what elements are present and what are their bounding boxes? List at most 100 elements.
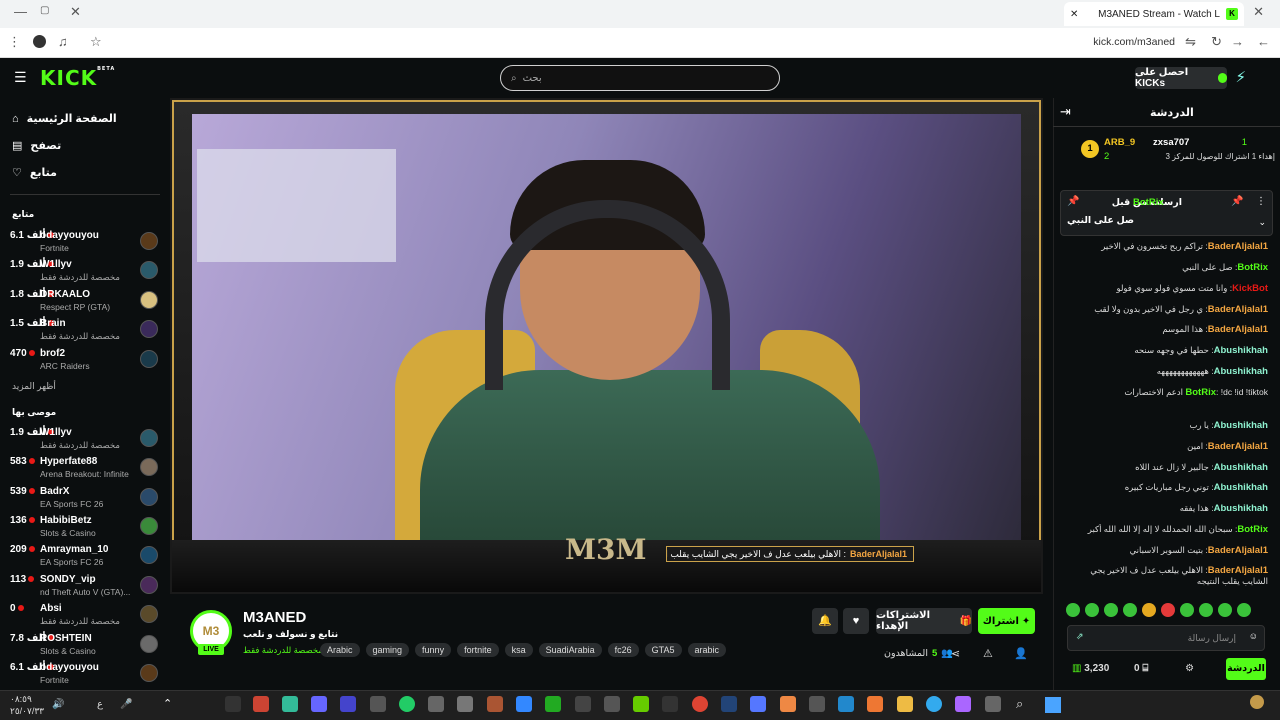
lightning-icon[interactable]: ⚡ [1235,68,1246,86]
app-icon[interactable] [370,696,386,712]
app-icon[interactable] [516,696,532,712]
notification-bell-button[interactable]: 🔔 [812,608,838,634]
menu-icon[interactable]: ☰ [14,69,27,86]
url-text[interactable]: kick.com/m3aned [1093,36,1175,48]
browser-tab[interactable]: ✕ M3ANED Stream - Watch L K [1064,2,1244,26]
channel-item[interactable]: 1.8 ألف DRKAALO Respect RP (GTA) [10,287,160,315]
nav-browse[interactable]: ▤ تصفح [12,139,61,152]
app-icon[interactable] [253,696,269,712]
chat-message[interactable]: Abushikhah: توني رجل مباريات كبيره [1063,482,1268,493]
chat-message[interactable]: BaderAljalal1: الاهلي بيلعب عدل ف الاخير… [1063,565,1268,591]
steam-icon[interactable] [721,696,737,712]
kick-logo[interactable]: KICKBETA [40,66,115,90]
pinned-message[interactable]: 📌 📌 ⋮ ⌄ ارسلت من قبل BotRix صل على النبي [1060,190,1273,236]
forward-icon[interactable]: → [1231,34,1244,49]
task-view-icon[interactable] [985,696,1001,712]
follow-heart-button[interactable]: ♥ [843,608,869,634]
chat-message[interactable]: Abushikhah: يا رب [1063,420,1268,431]
nav-home[interactable]: ⌂ الصفحة الرئيسية [12,112,117,126]
chat-username[interactable]: Abushikhah [1214,503,1268,514]
emote-icon[interactable] [1161,603,1175,617]
report-icon[interactable]: ⚠ [983,647,993,660]
gift-subs-button[interactable]: الاشتراكات الإهداء 🎁 [876,608,972,634]
chat-username[interactable]: Abushikhah [1214,462,1268,473]
chat-message[interactable]: BaderAljalal1: امين [1063,441,1268,452]
file-explorer-icon[interactable] [897,696,913,712]
emote-icon[interactable] [1180,603,1194,617]
channel-item[interactable]: 0 Absi مخصصة للدردشة فقط [10,601,160,629]
channel-item[interactable]: 209 Amrayman_10 EA Sports FC 26 [10,542,160,570]
tag[interactable]: ksa [504,643,533,657]
chat-message[interactable]: BotRix: !dc !id !tiktok ادعم الاختصارات [1063,387,1268,398]
close-window-icon[interactable]: ✕ [1253,4,1264,20]
tag[interactable]: funny [415,643,452,657]
chrome-icon[interactable] [692,696,708,712]
app-icon[interactable] [282,696,298,712]
chat-username[interactable]: BotRix [1237,262,1268,273]
command-icon[interactable]: ⇗ [1076,631,1084,642]
chat-username[interactable]: BaderAljalal1 [1208,441,1268,452]
emote-icon[interactable] [1123,603,1137,617]
taskbar-date[interactable]: ٢٥/٠٧/٣٣ [10,706,44,717]
weather-icon[interactable] [1250,695,1264,709]
channel-item[interactable]: 1.9 ألف W1llyv مخصصة للدردشة فقط [10,425,160,453]
app-icon[interactable] [457,696,473,712]
chat-username[interactable]: BaderAljalal1 [1208,565,1268,576]
outlook-icon[interactable] [838,696,854,712]
chevron-down-icon[interactable]: ⌄ [1258,217,1266,228]
back-icon[interactable]: ← [1257,34,1270,49]
channel-item[interactable]: 7.8 ألف ROSHTEIN Slots & Casino [10,631,160,659]
media-icon[interactable]: ♫ [58,34,68,49]
chat-message[interactable]: BaderAljalal1: بتيت السوبر الاسباني [1063,545,1268,556]
channel-item[interactable]: 1.9 ألف W1llyv مخصصة للدردشة فقط [10,257,160,285]
tab-close-icon[interactable]: ✕ [1070,9,1078,20]
app-icon[interactable] [575,696,591,712]
chat-message[interactable]: BotRix: سبحان الله الحمدلله لا إله إلا ا… [1063,524,1268,535]
tag[interactable]: arabic [687,643,727,657]
emote-icon[interactable] [1237,603,1251,617]
emote-icon[interactable] [1104,603,1118,617]
chat-username[interactable]: Abushikhah [1214,420,1268,431]
tag[interactable]: Arabic [320,643,360,657]
more-options-icon[interactable]: ⋮ [1256,196,1266,207]
chat-username[interactable]: BaderAljalal1 [1208,304,1268,315]
tag[interactable]: gaming [365,643,410,657]
chevron-up-icon[interactable]: ⌃ [163,697,172,710]
whatsapp-icon[interactable] [399,696,415,712]
channel-item[interactable]: 539 BadrX EA Sports FC 26 [10,484,160,512]
app-icon[interactable] [225,696,241,712]
discord-icon[interactable] [750,696,766,712]
app-icon[interactable] [780,696,796,712]
menu-dots-icon[interactable]: ⋮ [8,34,21,50]
close-icon[interactable]: ✕ [70,4,81,20]
nav-following[interactable]: ♡ متابع [12,166,57,179]
collapse-chat-icon[interactable]: ⇥ [1060,104,1071,120]
show-more-link[interactable]: أظهر المزيد [12,381,56,392]
channel-item[interactable]: 136 HabibiBetz Slots & Casino [10,513,160,541]
emote-icon[interactable] [1218,603,1232,617]
emote-icon[interactable] [1199,603,1213,617]
chat-username[interactable]: Abushikhah [1214,345,1268,356]
chat-message[interactable]: Abushikhah: ههههههههههههه [1063,366,1268,377]
app-icon[interactable] [487,696,503,712]
xbox-icon[interactable] [545,696,561,712]
settings-gear-icon[interactable]: ⚙ [1185,663,1194,674]
taskbar-time[interactable]: ٠٨:٥٩ [10,694,32,705]
app-icon[interactable] [809,696,825,712]
copilot-icon[interactable] [955,696,971,712]
edge-icon[interactable] [926,696,942,712]
channel-item[interactable]: 1.5 ألف Brain مخصصة للدردشة فقط [10,316,160,344]
streamer-name[interactable]: M3ANED [243,609,306,626]
chat-username[interactable]: BaderAljalal1 [1208,324,1268,335]
chat-username[interactable]: Abushikhah [1214,482,1268,493]
tune-icon[interactable]: ⇋ [1185,34,1196,50]
chat-message[interactable]: BaderAljalal1: تراكم ربح تخسرون في الاخي… [1063,241,1268,252]
chat-message[interactable]: Abushikhah: هذا يفقه [1063,503,1268,514]
emote-icon[interactable] [1142,603,1156,617]
share-icon[interactable]: ⋖ [951,647,960,660]
app-icon[interactable] [662,696,678,712]
bookmark-star-icon[interactable]: ☆ [90,34,102,50]
tag[interactable]: fc26 [607,643,639,657]
get-kicks-button[interactable]: احصل على KICKs [1135,67,1227,89]
chat-username[interactable]: BotRix [1185,387,1216,398]
